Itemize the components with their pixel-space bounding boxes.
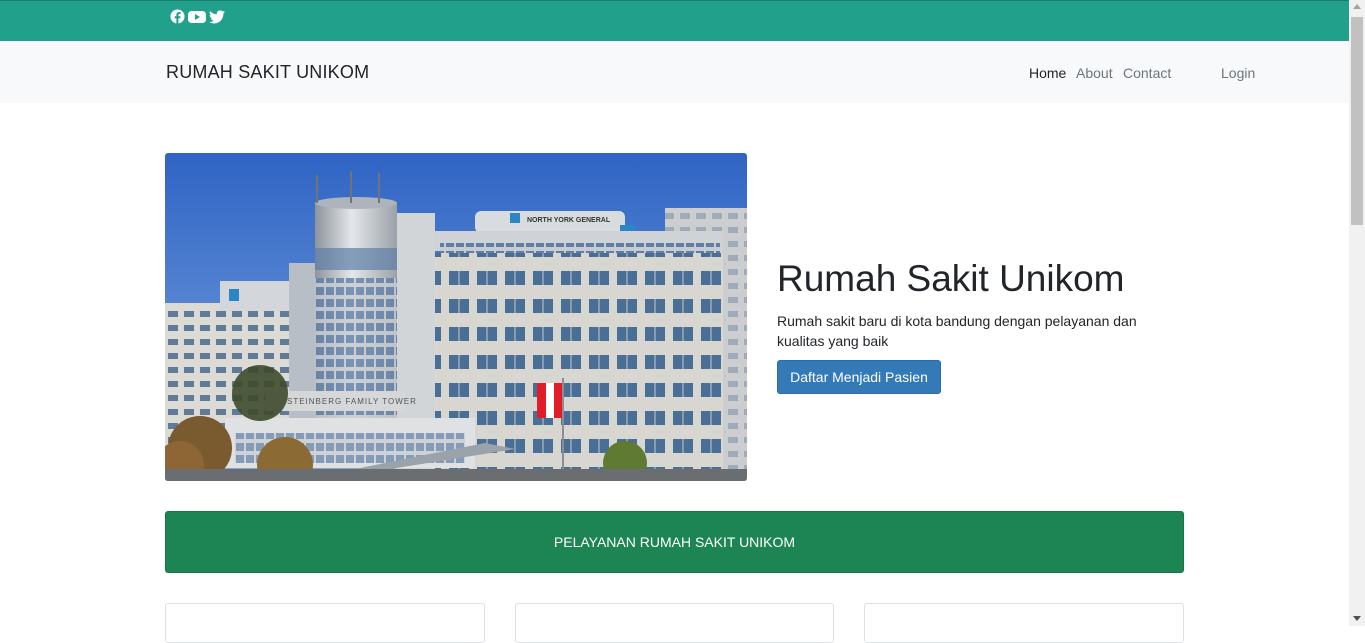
twitter-icon[interactable] [209,9,225,24]
nav-contact[interactable]: Contact [1123,65,1171,81]
service-card [864,603,1184,643]
hero-description: Rumah sakit baru di kota bandung dengan … [777,313,1137,349]
scrollbar[interactable] [1349,0,1365,626]
services-banner: PELAYANAN RUMAH SAKIT UNIKOM [165,511,1184,573]
scroll-down-arrow-icon[interactable] [1353,616,1361,621]
nav-home[interactable]: Home [1029,65,1066,81]
service-card [515,603,834,643]
youtube-icon[interactable] [188,10,206,24]
service-card [165,603,485,643]
social-links [170,9,225,24]
facebook-icon[interactable] [170,9,185,24]
nav-login[interactable]: Login [1221,65,1255,81]
brand-logo[interactable]: RUMAH SAKIT UNIKOM [166,62,369,83]
navbar: RUMAH SAKIT UNIKOM Home About Contact Lo… [0,41,1349,103]
scrollbar-thumb[interactable] [1351,17,1363,225]
hospital-building-image: NORTH YORK GENERAL STEINBERG FAMILY TOWE… [165,153,747,481]
top-bar [0,0,1349,41]
register-patient-button[interactable]: Daftar Menjadi Pasien [777,360,941,394]
building-sign-tower: STEINBERG FAMILY TOWER [287,397,417,406]
hero-title: Rumah Sakit Unikom [777,258,1125,299]
scroll-up-arrow-icon[interactable] [1353,4,1361,9]
nav-about[interactable]: About [1076,65,1113,81]
building-sign-main: NORTH YORK GENERAL [527,217,611,224]
